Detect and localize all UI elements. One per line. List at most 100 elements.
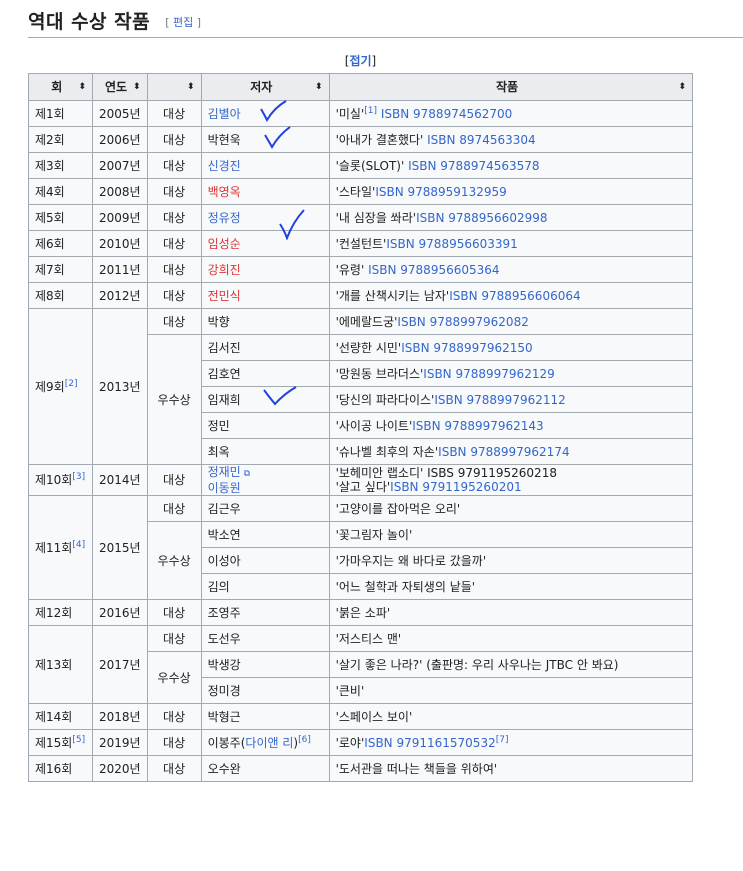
sort-icon[interactable]: ⬍ (187, 80, 195, 94)
isbn-link[interactable]: ISBN 9791161570532 (364, 736, 495, 750)
work-cell: '개를 산책시키는 남자'ISBN 9788956606064 (328, 282, 694, 309)
sort-icon[interactable]: ⬍ (678, 80, 686, 94)
year-cell: 2016년 (92, 599, 148, 626)
isbn-link[interactable]: ISBN 9788997962129 (423, 367, 554, 381)
author-name: 임재희 (207, 392, 241, 407)
work-cell: '슬롯(SLOT)' ISBN 9788974563578 (328, 152, 694, 179)
author-name[interactable]: 강희진 (208, 263, 241, 277)
isbn-link[interactable]: ISBN 9788997962112 (434, 393, 565, 407)
sort-icon[interactable]: ⬍ (133, 80, 141, 94)
category-cell: 대상 (146, 100, 202, 127)
author-name[interactable]: 전민식 (208, 289, 241, 303)
table-row: 제12회 2016년 대상 조영주 '붉은 소파' (28, 599, 694, 626)
category-cell: 대상 (146, 703, 202, 730)
author-name[interactable]: 신경진 (208, 159, 241, 173)
header-category[interactable]: ⬍ (146, 73, 202, 101)
year-cell: 2020년 (92, 755, 148, 782)
isbn-link[interactable]: ISBN 9788959132959 (375, 185, 506, 199)
isbn-link[interactable]: ISBN 9788956606064 (449, 289, 580, 303)
table-row: 제7회 2011년 대상 강희진 '유령' ISBN 9788956605364 (28, 256, 694, 283)
isbn-link[interactable]: ISBN 9788974562700 (377, 107, 512, 121)
round-label: 제6회 (35, 236, 65, 251)
year-label: 2013년 (99, 379, 141, 394)
footnote-link[interactable]: [5] (72, 735, 85, 745)
footnote-link[interactable]: [4] (72, 540, 85, 550)
isbn-link[interactable]: ISBN 9788997962143 (412, 419, 543, 433)
isbn-link[interactable]: ISBN 9788956602998 (416, 211, 547, 225)
footnote-link[interactable]: [3] (72, 472, 85, 482)
footnote-link[interactable]: [1] (364, 106, 377, 116)
year-label: 2007년 (99, 158, 141, 173)
category-label: 대상 (163, 473, 186, 487)
year-label: 2010년 (99, 236, 141, 251)
work-title: '망원동 브라더스' (335, 366, 424, 381)
author-name: 김서진 (207, 340, 241, 355)
work-cell: '사이공 나이트'ISBN 9788997962143 (328, 412, 694, 439)
author-name[interactable]: 임성순 (208, 237, 241, 251)
round-label: 제4회 (35, 184, 65, 199)
table-row: 제5회 2009년 대상 정유정 '내 심장을 쏴라'ISBN 978895660299… (28, 204, 694, 231)
award-table: 회 ⬍ 연도 ⬍ ⬍ 저자 ⬍ 작품 ⬍ 제1회 2005년 대상 김별아 '미실'[1] IS… (28, 73, 694, 782)
isbn-link[interactable]: ISBN 9788997962174 (438, 445, 569, 459)
author-name: 박생강 (207, 657, 241, 672)
round-cell: 제8회 (28, 282, 93, 309)
work-title: '선량한 시민' (335, 340, 402, 355)
round-label: 제8회 (35, 288, 65, 303)
year-label: 2009년 (99, 210, 141, 225)
author-name[interactable]: 정재민 (208, 465, 241, 479)
header-round[interactable]: 회 ⬍ (28, 73, 93, 101)
edit-link[interactable]: 편집 (173, 16, 193, 29)
year-cell: 2005년 (92, 100, 148, 127)
author-name[interactable]: 백영옥 (208, 185, 241, 199)
category-label: 대상 (163, 158, 186, 173)
author-cell: 정미경 (200, 677, 330, 704)
author-cell: 이봉주(다이앤 리)[6] (200, 729, 330, 756)
collapse-link[interactable]: 접기 (349, 54, 371, 68)
round-cell: 제5회 (28, 204, 93, 231)
footnote-link[interactable]: [2] (65, 379, 78, 389)
work-cell: '내 심장을 쏴라'ISBN 9788956602998 (328, 204, 694, 231)
work-cell: '저스티스 맨' (328, 625, 694, 652)
work-cell: '에메랄드궁'ISBN 9788997962082 (328, 308, 694, 335)
author-name[interactable]: 김별아 (208, 107, 241, 121)
author-cell: 조영주 (200, 599, 330, 626)
year-cell: 2012년 (92, 282, 148, 309)
work-cell: '꽃그림자 놀이' (328, 521, 694, 548)
work-cell: '로야'ISBN 9791161570532[7] (328, 729, 694, 756)
year-cell: 2019년 (92, 729, 148, 756)
table-row: 제9회[2] 2013년 대상 박향 '에메랄드궁'ISBN 9788997962082 (28, 308, 694, 465)
author-cell: 김근우 (200, 495, 330, 522)
year-cell: 2015년 (92, 495, 148, 600)
author-cell: 김의 (200, 573, 330, 600)
work-title: '에메랄드궁' (335, 314, 398, 329)
header-work[interactable]: 작품 ⬍ (328, 73, 694, 101)
sort-icon[interactable]: ⬍ (78, 80, 86, 94)
isbn-link[interactable]: ISBN 9788997962150 (401, 341, 532, 355)
header-year[interactable]: 연도 ⬍ (92, 73, 148, 101)
year-cell: 2007년 (92, 152, 148, 179)
isbn-link[interactable]: ISBN 9788974563578 (404, 159, 539, 173)
sort-icon[interactable]: ⬍ (315, 80, 323, 94)
footnote-link[interactable]: [7] (496, 735, 509, 745)
author-name[interactable]: 이동원 (208, 481, 241, 495)
author-link[interactable]: 다이앤 리 (245, 736, 293, 750)
category-label: 대상 (163, 631, 186, 646)
isbn-link[interactable]: ISBN 9788956603391 (386, 237, 517, 251)
round-cell: 제12회 (28, 599, 93, 626)
isbn-link[interactable]: ISBN 9788997962082 (397, 315, 528, 329)
round-label: 제13회 (35, 657, 73, 672)
year-label: 2005년 (99, 106, 141, 121)
isbn-link[interactable]: ISBN 9791195260201 (390, 480, 521, 494)
work-title: '당신의 파라다이스' (335, 392, 435, 407)
isbn-link[interactable]: ISBN 8974563304 (423, 133, 536, 147)
header-author[interactable]: 저자 ⬍ (200, 73, 330, 101)
author-name[interactable]: 정유정 (208, 211, 241, 225)
category-cell: 대상 (146, 230, 202, 257)
round-label: 제11회 (35, 540, 73, 555)
year-cell: 2010년 (92, 230, 148, 257)
footnote-link[interactable]: [6] (298, 735, 311, 745)
author-name: 정미경 (207, 683, 241, 698)
round-cell: 제16회 (28, 755, 93, 782)
isbn-link[interactable]: ISBN 9788956605364 (364, 263, 499, 277)
category-cell: 우수상 (146, 334, 202, 465)
